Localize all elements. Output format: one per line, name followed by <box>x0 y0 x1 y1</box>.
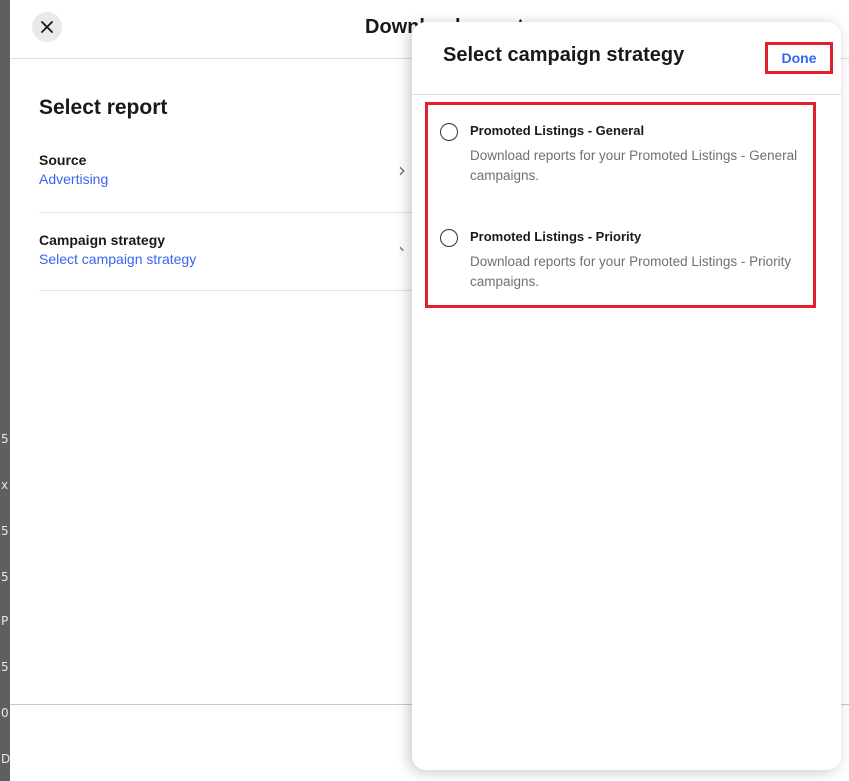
close-button[interactable] <box>32 12 62 42</box>
source-row[interactable]: Source Advertising › <box>39 152 414 212</box>
sheet-divider <box>412 94 841 95</box>
background-edge-char: 5 <box>1 524 9 538</box>
campaign-strategy-sheet: Select campaign strategy Done Promoted L… <box>412 22 841 770</box>
option-title: Promoted Listings - Priority <box>470 229 642 244</box>
sheet-title: Select campaign strategy <box>443 44 685 66</box>
background-edge-char: 5 <box>1 570 9 584</box>
chevron-right-icon: › <box>398 158 406 182</box>
background-edge-char: P <box>1 614 9 628</box>
background-edge-char: D <box>1 752 11 766</box>
background-edge-char: 5 <box>1 432 9 446</box>
campaign-strategy-label: Campaign strategy <box>39 232 166 248</box>
done-button[interactable]: Done <box>765 42 833 74</box>
strategy-options: Promoted Listings - General Download rep… <box>425 102 816 308</box>
option-promoted-listings-priority[interactable]: Promoted Listings - Priority Download re… <box>440 229 810 293</box>
close-icon <box>41 21 53 33</box>
campaign-strategy-row[interactable]: Campaign strategy Select campaign strate… <box>39 232 414 292</box>
radio-button[interactable] <box>440 229 458 247</box>
row-divider <box>39 290 414 291</box>
background-edge-char: x <box>1 478 9 492</box>
source-label: Source <box>39 152 87 168</box>
source-value: Advertising <box>39 171 109 187</box>
option-title: Promoted Listings - General <box>470 123 645 138</box>
row-divider <box>39 212 414 213</box>
background-edge-char: 5 <box>1 660 9 674</box>
panel-heading: Select report <box>39 96 168 119</box>
background-edge-char: 0 <box>1 706 9 720</box>
background-page-edge: 5 x 5 5 P 5 0 D <box>0 0 10 781</box>
campaign-strategy-value: Select campaign strategy <box>39 251 197 267</box>
option-description: Download reports for your Promoted Listi… <box>470 254 792 289</box>
option-promoted-listings-general[interactable]: Promoted Listings - General Download rep… <box>440 123 810 187</box>
sheet-pointer <box>399 244 412 264</box>
select-report-panel: Select report Source Advertising › Campa… <box>39 96 414 291</box>
radio-button[interactable] <box>440 123 458 141</box>
option-description: Download reports for your Promoted Listi… <box>470 148 798 183</box>
sheet-header: Select campaign strategy Done <box>412 22 841 94</box>
